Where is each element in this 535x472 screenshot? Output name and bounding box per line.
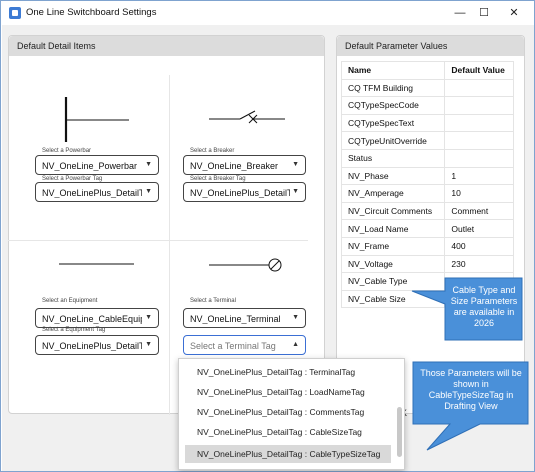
callout-bottom-text: Those Parameters will be shown in CableT…	[420, 368, 522, 411]
callout-top-text: Cable Type and Size Parameters are avail…	[450, 285, 518, 328]
